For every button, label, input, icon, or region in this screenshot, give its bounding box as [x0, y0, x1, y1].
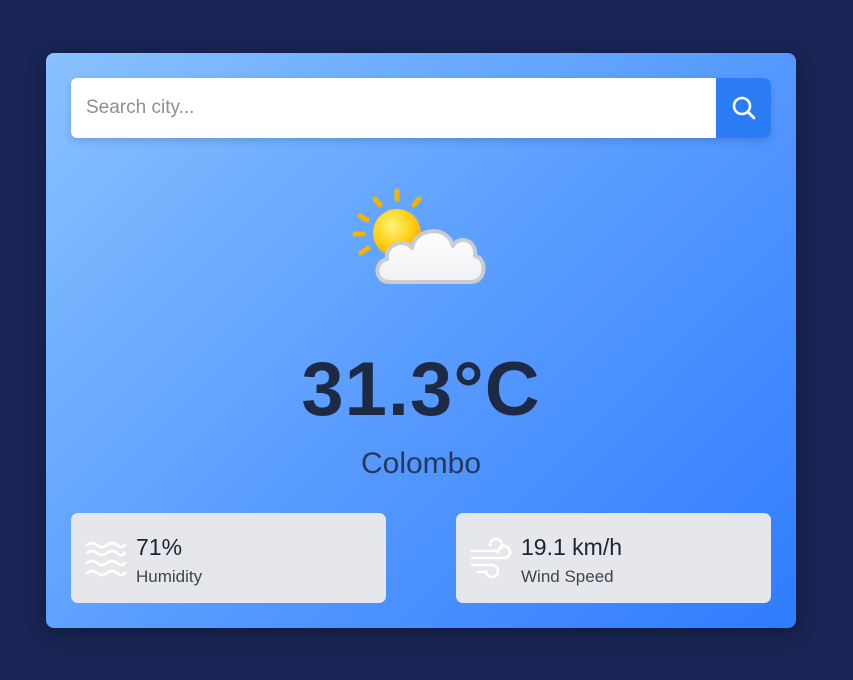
wind-speed-value: 19.1 km/h: [521, 534, 622, 560]
humidity-box: 71% Humidity: [71, 513, 386, 603]
humidity-waves-icon: [85, 541, 127, 577]
temperature: 31.3°C: [301, 347, 541, 432]
wind-speed-label: Wind Speed: [521, 567, 614, 586]
humidity-value: 71%: [136, 534, 183, 560]
humidity-label: Humidity: [136, 567, 203, 586]
city-name: Colombo: [360, 447, 482, 480]
wind-box: 19.1 km/h Wind Speed: [456, 513, 771, 603]
search-icon: [732, 96, 755, 120]
wind-icon: [470, 537, 512, 579]
search-bar: [71, 78, 771, 138]
search-button[interactable]: [716, 78, 771, 138]
partly-cloudy-icon: [352, 188, 486, 284]
weather-card: 31.3°C Colombo 71% Humidity 19.1 km/h Wi…: [46, 53, 796, 628]
search-input[interactable]: [71, 78, 716, 138]
